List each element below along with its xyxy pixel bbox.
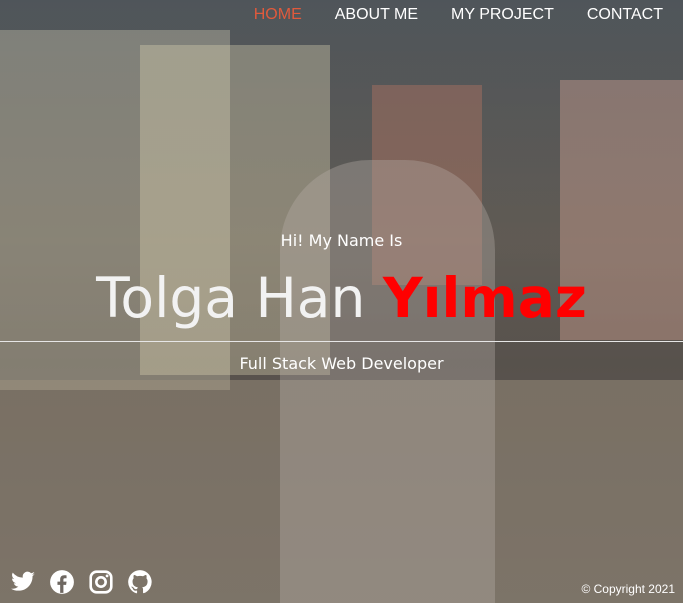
role-text: Full Stack Web Developer [239, 354, 444, 373]
last-name: Yılmaz [382, 266, 587, 330]
greeting-text: Hi! My Name Is [280, 231, 403, 250]
nav-home[interactable]: HOME [254, 6, 302, 24]
github-icon[interactable] [127, 569, 153, 595]
social-links [10, 569, 153, 595]
nav-contact[interactable]: CONTACT [587, 6, 663, 24]
twitter-icon[interactable] [10, 569, 36, 595]
instagram-icon[interactable] [88, 569, 114, 595]
hero-name: Tolga Han Yılmaz [0, 262, 683, 334]
divider [0, 341, 683, 342]
facebook-icon[interactable] [49, 569, 75, 595]
first-name: Tolga Han [96, 266, 366, 330]
person-photo [280, 160, 495, 603]
copyright-text: © Copyright 2021 [581, 582, 675, 596]
main-nav: HOME ABOUT ME MY PROJECT CONTACT [254, 6, 663, 24]
nav-my-project[interactable]: MY PROJECT [451, 6, 554, 24]
nav-about-me[interactable]: ABOUT ME [335, 6, 418, 24]
